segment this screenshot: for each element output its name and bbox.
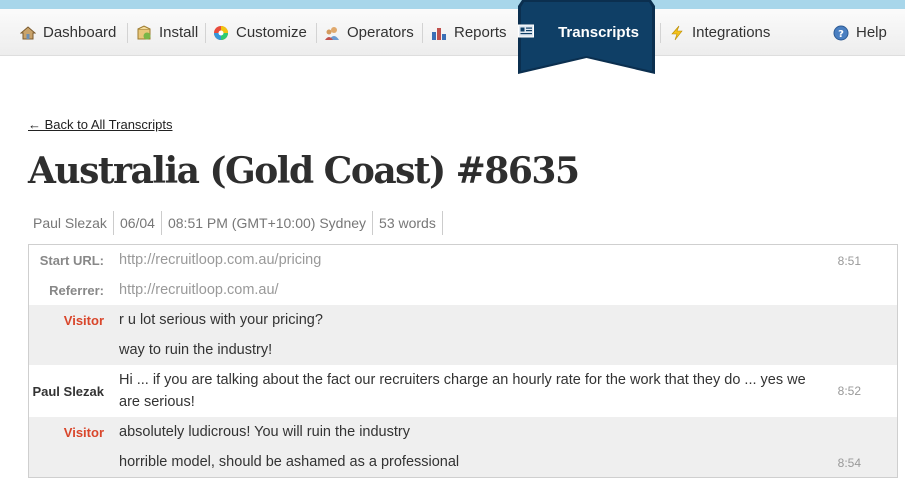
transcript-meta: Paul Slezak 06/04 08:51 PM (GMT+10:00) S… (28, 211, 443, 235)
nav-divider (205, 23, 206, 43)
message-speaker: Visitor (63, 425, 104, 440)
message-row: way to ruin the industry! (29, 335, 897, 365)
nav-reports[interactable]: Reports (431, 9, 507, 56)
referrer-row: Referrer: http://recruitloop.com.au/ (29, 275, 897, 305)
meta-word-count: 53 words (373, 211, 443, 235)
nav-customize[interactable]: Customize (213, 9, 307, 56)
house-icon (19, 25, 37, 41)
nav-install[interactable]: Install (136, 9, 198, 56)
meta-date: 06/04 (114, 211, 162, 235)
package-icon (136, 24, 152, 41)
nav-customize-label: Customize (236, 24, 307, 41)
message-text: r u lot serious with your pricing? (119, 312, 323, 328)
message-speaker: Paul Slezak (32, 384, 104, 399)
message-row: Visitor absolutely ludicrous! You will r… (29, 417, 897, 447)
meta-time: 08:51 PM (GMT+10:00) Sydney (162, 211, 374, 235)
message-row: horrible model, should be ashamed as a p… (29, 447, 897, 477)
transcript-icon (518, 24, 550, 40)
nav-divider (316, 23, 317, 43)
nav-integrations[interactable]: Integrations (669, 9, 770, 56)
transcript-panel: Start URL: http://recruitloop.com.au/pri… (28, 244, 898, 478)
start-url-value[interactable]: http://recruitloop.com.au/pricing (119, 249, 819, 271)
bar-chart-icon (431, 25, 447, 41)
start-url-label: Start URL: (39, 253, 104, 268)
users-icon (324, 25, 340, 41)
nav-transcripts-label: Transcripts (558, 24, 639, 41)
message-time: 8:51 (837, 254, 861, 268)
message-speaker: Visitor (63, 313, 104, 328)
nav-divider (660, 23, 661, 43)
svg-text:?: ? (838, 29, 844, 40)
color-wheel-icon (213, 25, 229, 41)
help-icon: ? (833, 25, 849, 41)
message-time: 8:52 (837, 384, 861, 398)
nav-transcripts[interactable]: Transcripts (518, 0, 655, 76)
message-time: 8:54 (837, 456, 861, 470)
nav-help[interactable]: ? Help (833, 9, 887, 56)
message-text: horrible model, should be ashamed as a p… (119, 454, 460, 470)
message-text: absolutely ludicrous! You will ruin the … (119, 424, 410, 440)
nav-divider (422, 23, 423, 43)
referrer-label: Referrer: (49, 283, 104, 298)
nav-transcripts-label-wrap: Transcripts (518, 24, 655, 41)
nav-dashboard[interactable]: Dashboard (19, 9, 117, 56)
message-text: Hi ... if you are talking about the fact… (119, 372, 806, 410)
nav-divider (127, 23, 128, 43)
referrer-value[interactable]: http://recruitloop.com.au/ (119, 279, 819, 301)
top-color-strip (0, 0, 905, 9)
nav-dashboard-label: Dashboard (43, 24, 117, 41)
back-to-transcripts-link[interactable]: ← Back to All Transcripts (28, 117, 173, 132)
nav-operators[interactable]: Operators (324, 9, 414, 56)
nav-operators-label: Operators (347, 24, 414, 41)
meta-operator: Paul Slezak (28, 211, 114, 235)
nav-install-label: Install (159, 24, 199, 41)
page-title: Australia (Gold Coast) #8635 (28, 150, 580, 192)
nav-reports-label: Reports (454, 24, 507, 41)
nav-integrations-label: Integrations (692, 24, 771, 41)
main-nav: Dashboard Install Customize Operators Re… (0, 9, 905, 56)
nav-help-label: Help (856, 24, 887, 41)
message-text: way to ruin the industry! (119, 342, 273, 358)
message-row: Visitor r u lot serious with your pricin… (29, 305, 897, 335)
message-row: Paul Slezak Hi ... if you are talking ab… (29, 365, 897, 417)
start-url-row: Start URL: http://recruitloop.com.au/pri… (29, 245, 897, 275)
lightning-icon (669, 25, 685, 41)
